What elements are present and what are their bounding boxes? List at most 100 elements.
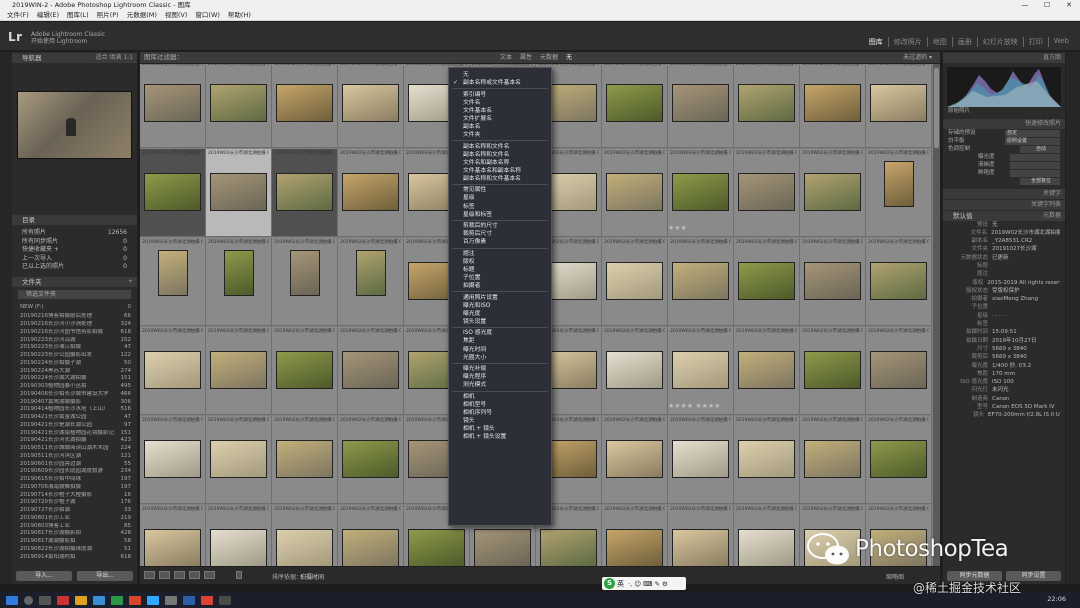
folder-item[interactable]: 20190714长沙橙子大橙摄影 16	[20, 492, 131, 500]
menu-edit[interactable]: 编辑(E)	[33, 10, 63, 20]
photo-cell[interactable]: 2019W02长沙市湖北湖拍摄 CR2	[668, 416, 734, 504]
navigator-preview[interactable]	[17, 91, 132, 159]
context-menu-item[interactable]: 常见属性	[449, 186, 551, 194]
context-menu-item[interactable]: 星级和标签	[449, 211, 551, 219]
photo-cell[interactable]: 2019W02长沙市湖北湖拍摄 CR2	[866, 416, 932, 504]
metadata-value[interactable]: 1/400 秒, f/3.2	[992, 362, 1031, 370]
star-rating[interactable]: ★★★	[668, 224, 866, 232]
app-icon-1[interactable]	[57, 595, 69, 605]
context-menu-item[interactable]: 文件夹	[449, 131, 551, 139]
photo-cell[interactable]: 2019W02长沙市湖北湖拍摄 CR2	[866, 238, 932, 326]
export-button[interactable]: 导出...	[77, 571, 133, 581]
survey-view-icon[interactable]	[189, 571, 200, 579]
photo-cell[interactable]: 2019W02长沙市湖北湖拍摄 CR2	[140, 416, 206, 504]
module-develop[interactable]: 修改照片	[889, 37, 928, 47]
app-icon-4[interactable]	[111, 595, 123, 605]
photo-cell[interactable]: 2019W02长沙市湖北湖拍摄 CR2	[206, 238, 272, 326]
photo-cell[interactable]: 2019W02长沙市湖北湖拍摄 CR2	[668, 64, 734, 148]
add-folder-icon[interactable]: +	[128, 277, 133, 287]
photo-thumbnail[interactable]	[738, 529, 795, 566]
folder-item[interactable]: 20190801长沙工业 219	[20, 515, 131, 523]
filter-none[interactable]: 无	[566, 52, 572, 63]
photo-cell[interactable]: 2019W02长沙市湖北湖拍摄 CR2	[800, 416, 866, 504]
photo-cell[interactable]: 2019W02长沙市湖北湖拍摄 CR2	[338, 416, 404, 504]
catalog-item[interactable]: 所有同步照片 0	[22, 238, 127, 247]
module-book[interactable]: 画册	[953, 37, 978, 47]
folder-item[interactable]: 20190414植物园长沙水塔（上山） 516	[20, 406, 131, 414]
photo-cell[interactable]: 2019W02长沙市湖北湖拍摄 CR2	[272, 149, 338, 237]
photo-thumbnail[interactable]	[870, 262, 927, 300]
context-menu-item[interactable]: 副本名称和文件名	[449, 143, 551, 151]
filter-preset-dropdown[interactable]: 未过滤的 ▾	[903, 52, 932, 63]
star-rating[interactable]: ★★★★ ★★★★	[668, 402, 866, 410]
metadata-value[interactable]: 5669 x 3840	[992, 353, 1027, 361]
context-menu-item[interactable]: 镜头设置	[449, 318, 551, 326]
photo-thumbnail[interactable]	[870, 440, 927, 478]
context-menu-item[interactable]: 标题	[449, 266, 551, 274]
photo-thumbnail[interactable]	[210, 440, 267, 478]
metadata-value[interactable]: 5669 x 3840	[992, 345, 1027, 353]
catalog-item[interactable]: 所有照片 12656	[22, 229, 127, 238]
context-menu-item[interactable]: 子位置	[449, 274, 551, 282]
photo-thumbnail[interactable]	[144, 351, 201, 389]
photo-thumbnail[interactable]	[672, 440, 729, 478]
context-menu-item[interactable]: 版权	[449, 258, 551, 266]
menu-file[interactable]: 文件(F)	[3, 10, 33, 20]
photo-thumbnail[interactable]	[870, 84, 927, 122]
context-menu-item[interactable]: 星级	[449, 194, 551, 202]
volume-row[interactable]: NEW (F:) 0	[12, 302, 137, 312]
folder-item[interactable]: 20190822长沙湖拍摄球度湖 51	[20, 546, 131, 554]
folder-item[interactable]: 20190803博客工业 85	[20, 523, 131, 531]
metadata-header[interactable]: 默认值 元数据	[943, 210, 1065, 221]
folder-item[interactable]: 20190421长沙是湖长湖公园 97	[20, 422, 131, 430]
module-print[interactable]: 打印	[1024, 37, 1049, 47]
scrollbar-thumb[interactable]	[934, 68, 939, 148]
navigator-header[interactable]: 导航器 适合 填满 1:1	[12, 53, 137, 63]
context-menu-item[interactable]: 相机序列号	[449, 409, 551, 417]
navigator-zoom-options[interactable]: 适合 填满 1:1	[96, 53, 133, 63]
folder-item[interactable]: 20190303植物园暴小丛拍 495	[20, 383, 131, 391]
photo-thumbnail[interactable]	[870, 351, 927, 389]
context-menu-item[interactable]: 相机 + 镜头设置	[449, 433, 551, 441]
context-menu-item[interactable]: 相机 + 镜头	[449, 425, 551, 433]
metadata-value[interactable]: 2019W02长沙市湖北湖拍摄	[991, 229, 1060, 237]
photo-thumbnail[interactable]	[738, 351, 795, 389]
photo-cell[interactable]: 2019W02长沙市湖北湖拍摄 CR2	[272, 238, 338, 326]
photo-thumbnail[interactable]	[342, 84, 399, 122]
photo-thumbnail[interactable]	[804, 173, 861, 211]
photo-thumbnail[interactable]	[342, 440, 399, 478]
photo-cell[interactable]: 2019W02长沙市湖北湖拍摄 CR2	[140, 238, 206, 326]
adjust-stepper-buttons[interactable]	[1010, 153, 1060, 161]
photo-thumbnail[interactable]	[144, 440, 201, 478]
photo-thumbnail[interactable]	[606, 440, 663, 478]
folder-item[interactable]: 20190421长沙湖南植物园花镜摄影记 151	[20, 430, 131, 438]
photo-thumbnail[interactable]	[210, 173, 267, 211]
metadata-value[interactable]: 2019年10月27日	[992, 337, 1037, 345]
white-balance-dropdown[interactable]: 原照设置	[1005, 137, 1060, 145]
ime-tools[interactable]: ·, ☺ ⌨ ✎ ⚙	[628, 580, 668, 588]
folder-item[interactable]: 20190406长沙拍长沙城市建设大学 466	[20, 391, 131, 399]
keyword-list-header[interactable]: 关键字列表	[943, 199, 1065, 210]
photo-cell[interactable]: 2019W02长沙市湖北湖拍摄 CR2	[800, 238, 866, 326]
folder-item[interactable]: 20190224长沙湖大湖拍摄 151	[20, 375, 131, 383]
photo-thumbnail[interactable]	[356, 250, 386, 296]
painter-icon[interactable]	[236, 571, 242, 579]
folder-item[interactable]: 20190421长沙河长湖拍摄 423	[20, 437, 131, 445]
photo-thumbnail[interactable]	[210, 529, 267, 566]
sort-dropdown[interactable]: 拍摄时间	[300, 572, 324, 581]
photo-thumbnail[interactable]	[606, 173, 663, 211]
metadata-preset-label[interactable]: 默认值	[953, 212, 973, 220]
context-menu-item[interactable]: 拍摄者	[449, 282, 551, 290]
reset-all-button[interactable]: 全部复位	[1020, 177, 1060, 185]
photo-cell[interactable]: 2019W02长沙市湖北湖拍摄 CR2	[272, 416, 338, 504]
module-web[interactable]: Web	[1049, 37, 1074, 47]
menu-library[interactable]: 图库(L)	[63, 10, 93, 20]
folder-item[interactable]: 20190224长沙拍摄子湖 50	[20, 360, 131, 368]
auto-tone-button[interactable]: 自动	[1020, 145, 1060, 153]
metadata-value[interactable]: EF70-200mm f/2.8L IS II USM	[988, 411, 1060, 419]
photo-thumbnail[interactable]	[738, 84, 795, 122]
photo-thumbnail[interactable]	[158, 250, 188, 296]
photo-thumbnail[interactable]	[290, 250, 320, 296]
photo-cell[interactable]: 2019W02长沙市湖北湖拍摄 CR2	[140, 505, 206, 566]
minimize-button[interactable]: —	[1014, 0, 1036, 10]
